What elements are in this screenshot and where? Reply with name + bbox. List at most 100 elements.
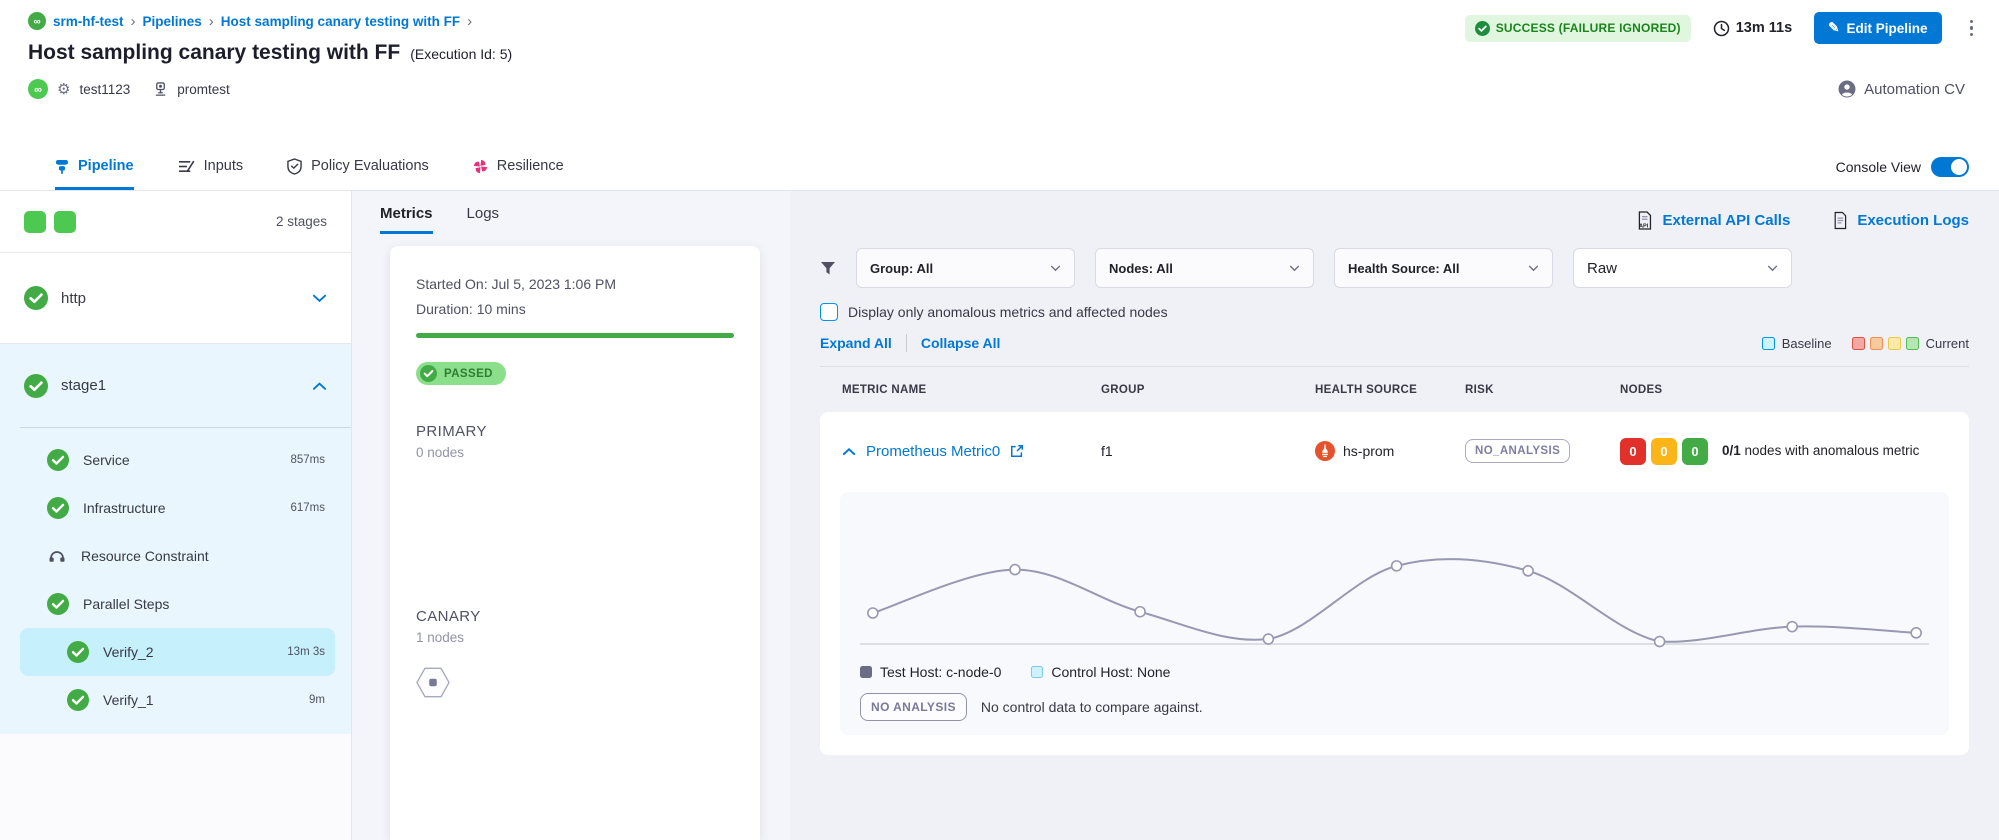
metric-chart-panel: Test Host: c-node-0 Control Host: None N… — [840, 492, 1949, 735]
canary-node-hexagon-icon[interactable] — [416, 667, 734, 698]
baseline-swatch-icon — [1762, 337, 1775, 350]
chart-legend: Test Host: c-node-0 Control Host: None — [860, 664, 1929, 680]
chevron-up-icon[interactable] — [312, 381, 327, 391]
metric-row: Prometheus Metric0 f1 hs-prom NO_ANALYSI… — [820, 412, 1969, 490]
sidebar-step-label: Verify_1 — [103, 692, 154, 708]
chart-data-point[interactable] — [1787, 622, 1797, 632]
stage-square-icon — [24, 211, 46, 233]
sidebar-step-label: Infrastructure — [83, 500, 165, 516]
expand-all-link[interactable]: Expand All — [820, 335, 892, 351]
prometheus-icon — [1315, 441, 1335, 461]
external-api-calls-link[interactable]: API External API Calls — [1636, 211, 1790, 230]
risk-badge: NO_ANALYSIS — [1465, 439, 1570, 463]
risk-yellow-swatch-icon — [1888, 337, 1901, 350]
tab-inputs[interactable]: Inputs — [178, 143, 244, 190]
console-view-toggle[interactable] — [1931, 157, 1969, 177]
chevron-down-icon — [1528, 265, 1539, 272]
started-on: Started On: Jul 5, 2023 1:06 PM — [416, 276, 734, 292]
breadcrumb-pipelines[interactable]: Pipelines — [143, 14, 202, 29]
group-filter-dropdown[interactable]: Group: All — [856, 248, 1075, 288]
sidebar-step[interactable]: Infrastructure 617ms — [20, 484, 335, 532]
chart-data-point[interactable] — [1655, 637, 1665, 647]
tab-logs[interactable]: Logs — [467, 205, 500, 234]
svg-text:API: API — [1639, 224, 1649, 230]
gear-icon: ⚙ — [57, 82, 70, 97]
step-duration: 617ms — [290, 502, 325, 514]
metric-group: f1 — [1101, 443, 1315, 459]
metrics-main: API External API Calls Execution Logs Gr… — [790, 191, 1999, 840]
breadcrumb-project[interactable]: srm-hf-test — [53, 14, 124, 29]
step-status-icon — [67, 641, 89, 663]
filter-funnel-icon[interactable] — [820, 261, 836, 276]
inputs-icon — [178, 159, 195, 174]
chart-data-point[interactable] — [1911, 628, 1921, 638]
environment-tag: promtest — [177, 82, 230, 97]
divider — [20, 427, 351, 428]
sidebar-step[interactable]: Resource Constraint — [20, 532, 335, 580]
metric-name-link[interactable]: Prometheus Metric0 — [866, 443, 1000, 460]
nodes-filter-dropdown[interactable]: Nodes: All — [1095, 248, 1314, 288]
chart-data-point[interactable] — [1523, 566, 1533, 576]
verification-summary-card: Started On: Jul 5, 2023 1:06 PM Duration… — [390, 246, 760, 840]
execution-logs-link[interactable]: Execution Logs — [1832, 211, 1969, 230]
breadcrumb-separator: › — [467, 13, 472, 30]
stage-square-icon — [54, 211, 76, 233]
pencil-icon: ✎ — [1828, 20, 1839, 36]
tab-policy-evaluations[interactable]: Policy Evaluations — [287, 143, 429, 190]
external-link-icon[interactable] — [1010, 444, 1024, 458]
chevron-down-icon — [1050, 265, 1061, 272]
breadcrumb-pipeline-name[interactable]: Host sampling canary testing with FF — [221, 14, 460, 29]
tab-pipeline[interactable]: Pipeline — [55, 143, 134, 190]
metric-accordion-card: Prometheus Metric0 f1 hs-prom NO_ANALYSI… — [820, 412, 1969, 755]
harness-status-icon: ∞ — [28, 79, 48, 99]
sidebar-step-label: Parallel Steps — [83, 596, 169, 612]
anomalous-only-checkbox[interactable] — [820, 303, 838, 321]
step-duration: 9m — [309, 694, 325, 706]
risk-green-swatch-icon — [1906, 337, 1919, 350]
sidebar-group-stage1[interactable]: stage1 — [0, 344, 351, 427]
sidebar-step-label: Resource Constraint — [81, 548, 209, 564]
test-host-legend: Test Host: c-node-0 — [860, 664, 1001, 680]
stages-count: 2 stages — [276, 214, 327, 229]
success-check-icon — [24, 286, 48, 310]
sidebar-step[interactable]: Verify_1 9m — [20, 676, 335, 724]
sidebar-group-http[interactable]: http — [0, 253, 351, 344]
chevron-down-icon[interactable] — [312, 293, 327, 303]
risk-orange-swatch-icon — [1870, 337, 1883, 350]
chart-data-point[interactable] — [1010, 565, 1020, 575]
chart-data-point[interactable] — [868, 608, 878, 618]
edit-pipeline-button[interactable]: ✎ Edit Pipeline — [1814, 12, 1941, 44]
sidebar-step-label: Service — [83, 452, 130, 468]
chevron-up-icon[interactable] — [842, 447, 856, 456]
panel-tabs: Metrics Logs — [352, 205, 790, 234]
chart-data-point[interactable] — [1263, 634, 1273, 644]
baseline-current-legend: Baseline Current — [1762, 336, 1969, 351]
chart-data-point[interactable] — [1135, 607, 1145, 617]
shield-check-icon — [287, 158, 302, 175]
no-analysis-row: NO ANALYSIS No control data to compare a… — [860, 693, 1929, 721]
metric-line-chart[interactable] — [860, 506, 1929, 656]
kebab-menu-icon[interactable] — [1964, 16, 1980, 41]
service-tag: test1123 — [79, 82, 130, 97]
verify-step-panel: Metrics Logs Started On: Jul 5, 2023 1:0… — [352, 191, 790, 840]
amber-node-count-badge: 0 — [1651, 438, 1677, 465]
chart-data-point[interactable] — [1392, 561, 1402, 571]
anomalous-only-label: Display only anomalous metrics and affec… — [848, 304, 1168, 320]
sidebar-step[interactable]: Service 857ms — [20, 436, 335, 484]
green-node-count-badge: 0 — [1682, 438, 1708, 465]
tab-metrics[interactable]: Metrics — [380, 205, 433, 234]
tab-resilience[interactable]: Resilience — [473, 143, 564, 190]
person-icon — [1838, 80, 1856, 98]
canary-label: CANARY — [416, 608, 734, 625]
breadcrumb-separator: › — [131, 13, 136, 30]
status-badge: SUCCESS (FAILURE IGNORED) — [1465, 15, 1691, 42]
triggered-by-user: Automation CV — [1838, 80, 1965, 98]
health-source-filter-dropdown[interactable]: Health Source: All — [1334, 248, 1553, 288]
collapse-all-link[interactable]: Collapse All — [921, 335, 1001, 351]
sidebar-step[interactable]: Verify_2 13m 3s — [20, 628, 335, 676]
api-document-icon: API — [1636, 211, 1653, 230]
stage1-section: stage1 Service 857ms Infrastructure 617m… — [0, 344, 351, 734]
sidebar-step[interactable]: Parallel Steps — [20, 580, 335, 628]
view-mode-dropdown[interactable]: Raw — [1573, 248, 1792, 288]
divider — [906, 334, 907, 352]
